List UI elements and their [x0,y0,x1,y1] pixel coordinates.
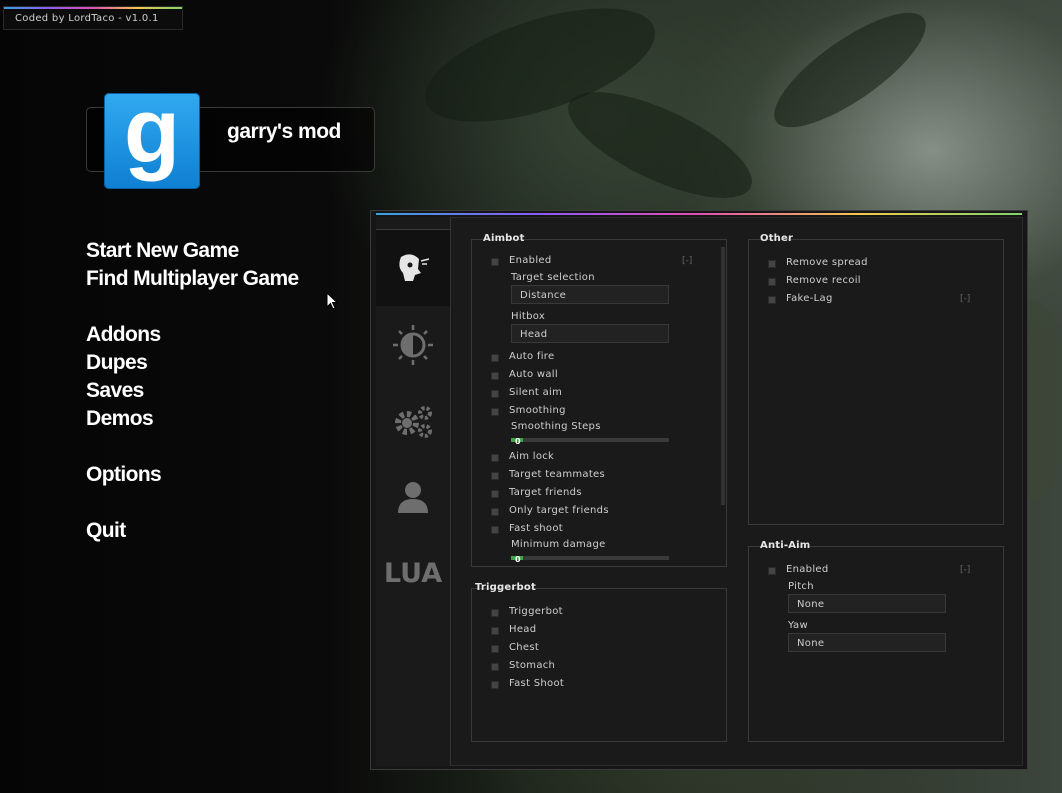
minimum-damage-label: Minimum damage [511,539,606,550]
menu-quit[interactable]: Quit [86,519,126,543]
logo-title: garry's mod [227,120,341,143]
checkbox-box [491,258,499,266]
triggerbot-title: Triggerbot [475,582,536,593]
version-text: Coded by LordTaco - v1.0.1 [15,13,159,24]
fake-lag-keybind[interactable]: [-] [960,294,970,304]
tab-settings[interactable] [376,383,450,459]
menu-demos[interactable]: Demos [86,407,154,431]
aimbot-scrollbar[interactable] [721,247,725,505]
other-title: Other [760,233,794,244]
visuals-icon [393,325,433,365]
menu-options[interactable]: Options [86,463,162,487]
anti-aim-keybind[interactable]: [-] [960,565,970,575]
logo-glyph: g [123,80,181,182]
smoothing-steps-slider[interactable]: 0 [511,437,669,446]
menu-find-multiplayer-game[interactable]: Find Multiplayer Game [86,267,299,291]
menu-dupes[interactable]: Dupes [86,351,148,375]
tab-visuals[interactable] [376,307,450,383]
hitbox-dropdown[interactable]: Head [511,324,669,343]
rainbow-bar [4,7,182,9]
gmod-logo-icon: g [104,83,200,189]
target-selection-dropdown[interactable]: Distance [511,285,669,304]
aimbot-keybind[interactable]: [-] [682,256,692,266]
target-selection-label: Target selection [511,272,595,283]
menu-saves[interactable]: Saves [86,379,144,403]
version-badge: Coded by LordTaco - v1.0.1 [3,6,183,30]
pitch-dropdown[interactable]: None [788,594,946,613]
pitch-label: Pitch [788,581,814,592]
cheat-menu-window: LUA Aimbot Enabled [-] Target selection … [370,210,1028,770]
yaw-dropdown[interactable]: None [788,633,946,652]
aimbot-icon [399,254,430,281]
lua-label: LUA [383,557,443,589]
slider-value: 0 [515,437,521,446]
menu-addons[interactable]: Addons [86,323,161,347]
minimum-damage-slider[interactable]: 0 [511,555,669,564]
yaw-label: Yaw [788,620,808,631]
menu-start-new-game[interactable]: Start New Game [86,239,239,263]
tab-aimbot[interactable] [376,230,450,306]
anti-aim-title: Anti-Aim [760,540,811,551]
hitbox-label: Hitbox [511,311,546,322]
smoothing-steps-label: Smoothing Steps [511,421,601,432]
tab-players[interactable] [376,459,450,535]
slider-value: 0 [515,555,521,564]
player-icon [398,482,428,513]
mouse-cursor-icon [326,292,338,310]
aimbot-title: Aimbot [483,233,525,244]
settings-icon [395,406,432,438]
rainbow-bar [376,213,1022,215]
cheat-sidebar: LUA [376,217,451,766]
tab-lua[interactable]: LUA [376,535,450,611]
